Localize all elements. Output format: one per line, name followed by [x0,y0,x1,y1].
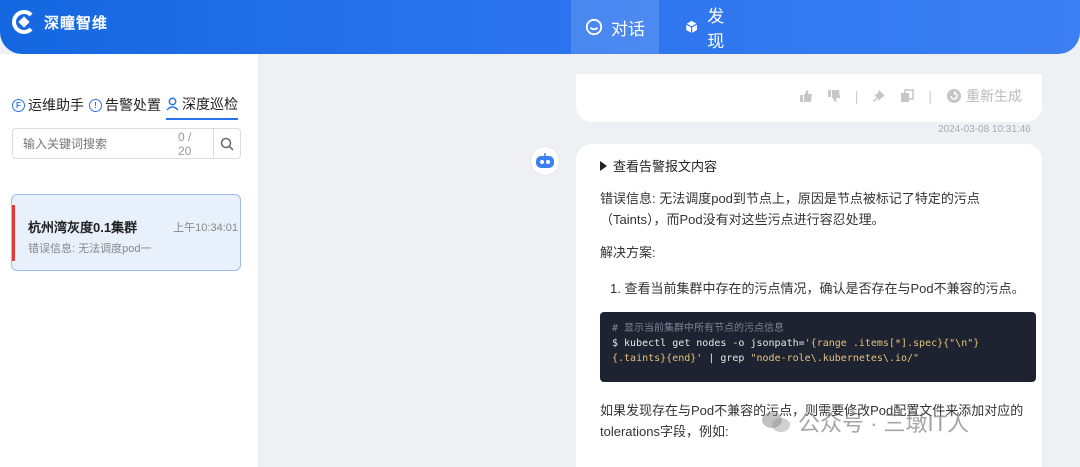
message-timestamp: 2024-03-08 10:31:46 [938,124,1031,135]
sidebar-tabs: F 运维助手 ! 告警处置 深度巡检 [12,94,238,120]
conversation-item[interactable]: 杭州湾灰度0.1集群 上午10:34:01 错误信息: 无法调度pod一 [11,194,241,271]
tab-ops-assistant[interactable]: F 运维助手 [12,94,84,120]
wechat-icon [762,412,790,432]
tab-alert-handling-label: 告警处置 [105,97,161,113]
search-char-count: 0 / 20 [178,129,192,158]
nav-tab-chat[interactable]: 对话 [571,0,659,54]
solution-heading: 解决方案: [600,245,656,260]
divider: | [928,88,932,104]
app-logo[interactable]: 深瞳智维 [12,10,108,34]
code-string: "node-role\.kubernetes\.io/" [750,353,920,364]
alert-details-label: 查看告警报文内容 [613,159,718,174]
nav-tab-chat-label: 对话 [611,19,645,39]
conversation-time: 上午10:34:01 [173,222,238,234]
alert-circle-icon: ! [89,98,102,112]
alert-details-toggle[interactable]: 查看告警报文内容 [600,156,717,175]
copy-icon[interactable] [900,89,915,103]
logo-icon [12,10,36,34]
previous-message-footer: | | 重新生成 [576,74,1042,122]
message-actions: | | 重新生成 [799,86,1022,106]
search-icon [220,137,234,151]
code-line-2: {.taints}{end}' | grep "node-role\.kuber… [612,351,1024,366]
regenerate-label: 重新生成 [966,88,1022,104]
caret-right-icon [600,160,607,171]
regenerate-button[interactable]: 重新生成 [946,86,1022,106]
app-name: 深瞳智维 [44,14,109,32]
error-info: 错误信息: 无法调度pod到节点上，原因是节点被标记了特定的污点 （Taints… [600,188,980,230]
chat-bubble-icon [585,18,603,36]
tab-ops-assistant-label: 运维助手 [28,97,84,113]
code-block[interactable]: # 显示当前集群中所有节点的污点信息 $ kubectl get nodes -… [600,312,1036,382]
nav-tab-discover-label: 发现 [707,7,725,51]
sidebar: F 运维助手 ! 告警处置 深度巡检 0 / 20 杭州湾灰度0.1集群 上午1… [0,54,258,467]
error-line-1: 错误信息: 无法调度pod到节点上，原因是节点被标记了特定的污点 [600,191,980,206]
pin-icon[interactable] [872,89,886,103]
conversation-title: 杭州湾灰度0.1集群 [28,220,138,235]
divider: | [854,88,859,104]
info-circle-icon: F [12,98,25,112]
nav-tab-discover[interactable]: 发现 [670,0,750,54]
watermark: 公众号 · 三墩IT人 [760,406,969,438]
code-cmd: $ kubectl get nodes -o jsonpath= [612,338,805,349]
bot-avatar [530,146,560,176]
search-input[interactable] [13,129,178,158]
refresh-icon [947,89,961,103]
code-string: '{range .items[*].spec}{"\n"} [804,338,980,349]
tab-deep-inspection-label: 深度巡检 [182,96,238,112]
error-line-2: （Taints），而Pod没有对这些污点进行容忍处理。 [600,212,885,227]
cube-icon [686,20,698,34]
robot-icon [536,153,554,168]
step-1: 1. 查看当前集群中存在的污点情况，确认是否存在与Pod不兼容的污点。 [610,281,1025,296]
top-header: 深瞳智维 对话 发现 [0,0,1080,54]
code-string: {.taints}{end}' [612,353,703,364]
watermark-text: 公众号 · 三墩IT人 [798,411,970,436]
code-pipe: | grep [702,353,751,364]
conversation-preview: 错误信息: 无法调度pod一 [28,243,152,255]
code-line-1: $ kubectl get nodes -o jsonpath='{range … [612,336,1024,351]
thumbs-up-icon[interactable] [799,89,813,103]
search-button[interactable] [212,129,240,158]
code-comment: # 显示当前集群中所有节点的污点信息 [612,323,785,334]
tab-deep-inspection[interactable]: 深度巡检 [166,94,238,120]
tab-alert-handling[interactable]: ! 告警处置 [89,94,161,120]
thumbs-down-icon[interactable] [827,89,841,103]
search-box: 0 / 20 [12,128,241,159]
person-pin-icon [166,97,179,111]
